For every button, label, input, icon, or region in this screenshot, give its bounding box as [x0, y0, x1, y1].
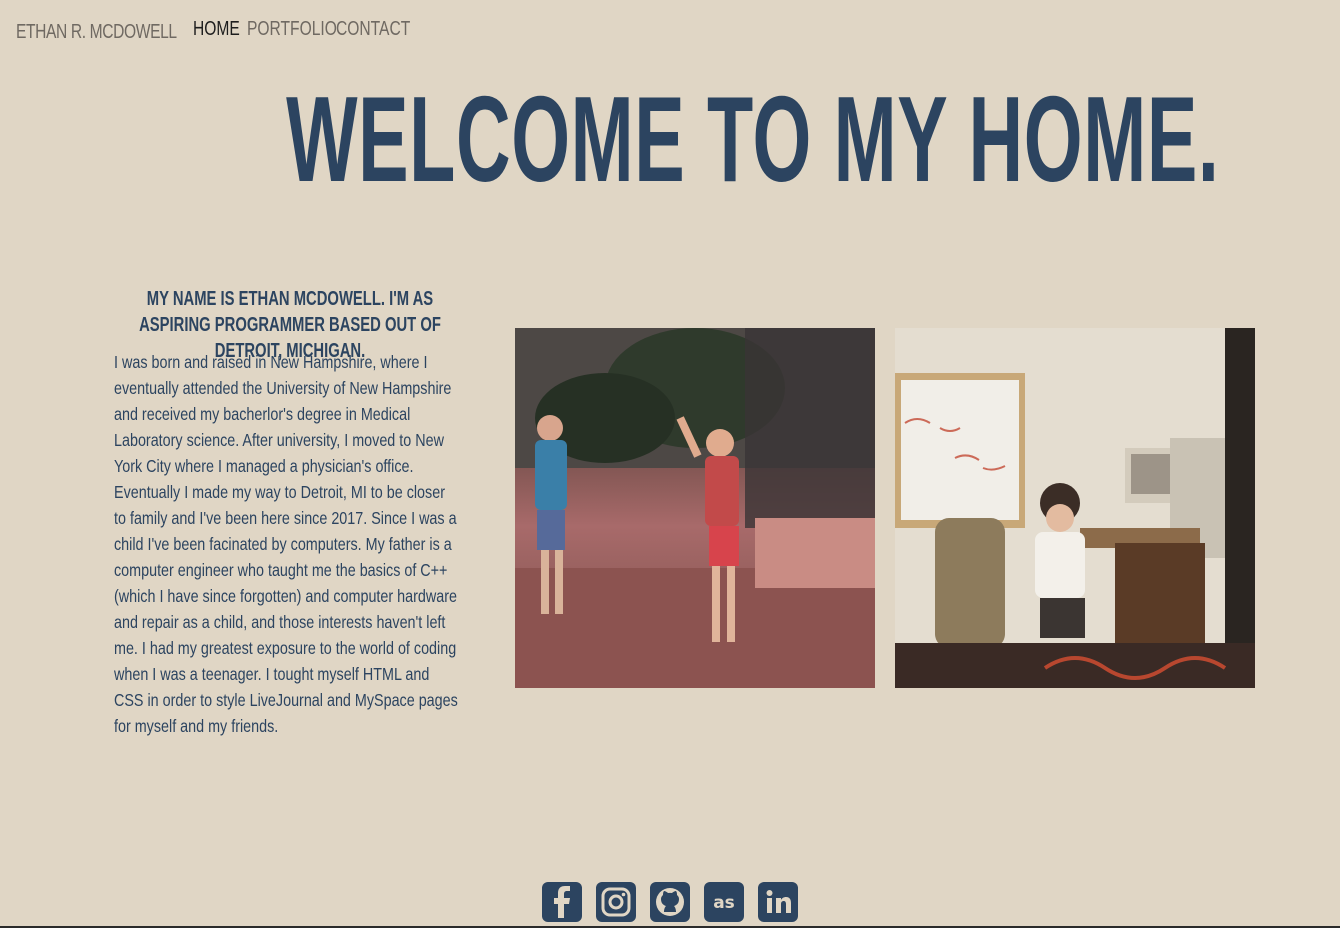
svg-text:as: as — [713, 893, 735, 913]
childhood-photo-street — [515, 328, 875, 688]
social-links: as — [542, 882, 798, 922]
hero-title-text: WELCOME TO MY HOME. — [286, 71, 1220, 207]
linkedin-icon[interactable] — [758, 882, 798, 922]
bio-paragraph: I was born and raised in New Hampshire, … — [114, 352, 458, 736]
facebook-icon[interactable] — [542, 882, 582, 922]
github-icon[interactable] — [650, 882, 690, 922]
childhood-photo-computer — [895, 328, 1255, 688]
hero-title: WELCOME TO MY HOME. — [0, 78, 1340, 200]
instagram-icon[interactable] — [596, 882, 636, 922]
lastfm-icon[interactable]: as — [704, 882, 744, 922]
site-brand[interactable]: ETHAN R. MCDOWELL — [16, 21, 177, 44]
nav-link-portfolio[interactable]: PORTFOLIO — [247, 18, 337, 41]
bio-text: I was born and raised in New Hampshire, … — [114, 349, 459, 739]
top-nav: ETHAN R. MCDOWELL HOME PORTFOLIO CONTACT — [16, 18, 410, 46]
nav-link-contact[interactable]: CONTACT — [336, 18, 410, 41]
nav-link-home[interactable]: HOME — [193, 18, 240, 41]
